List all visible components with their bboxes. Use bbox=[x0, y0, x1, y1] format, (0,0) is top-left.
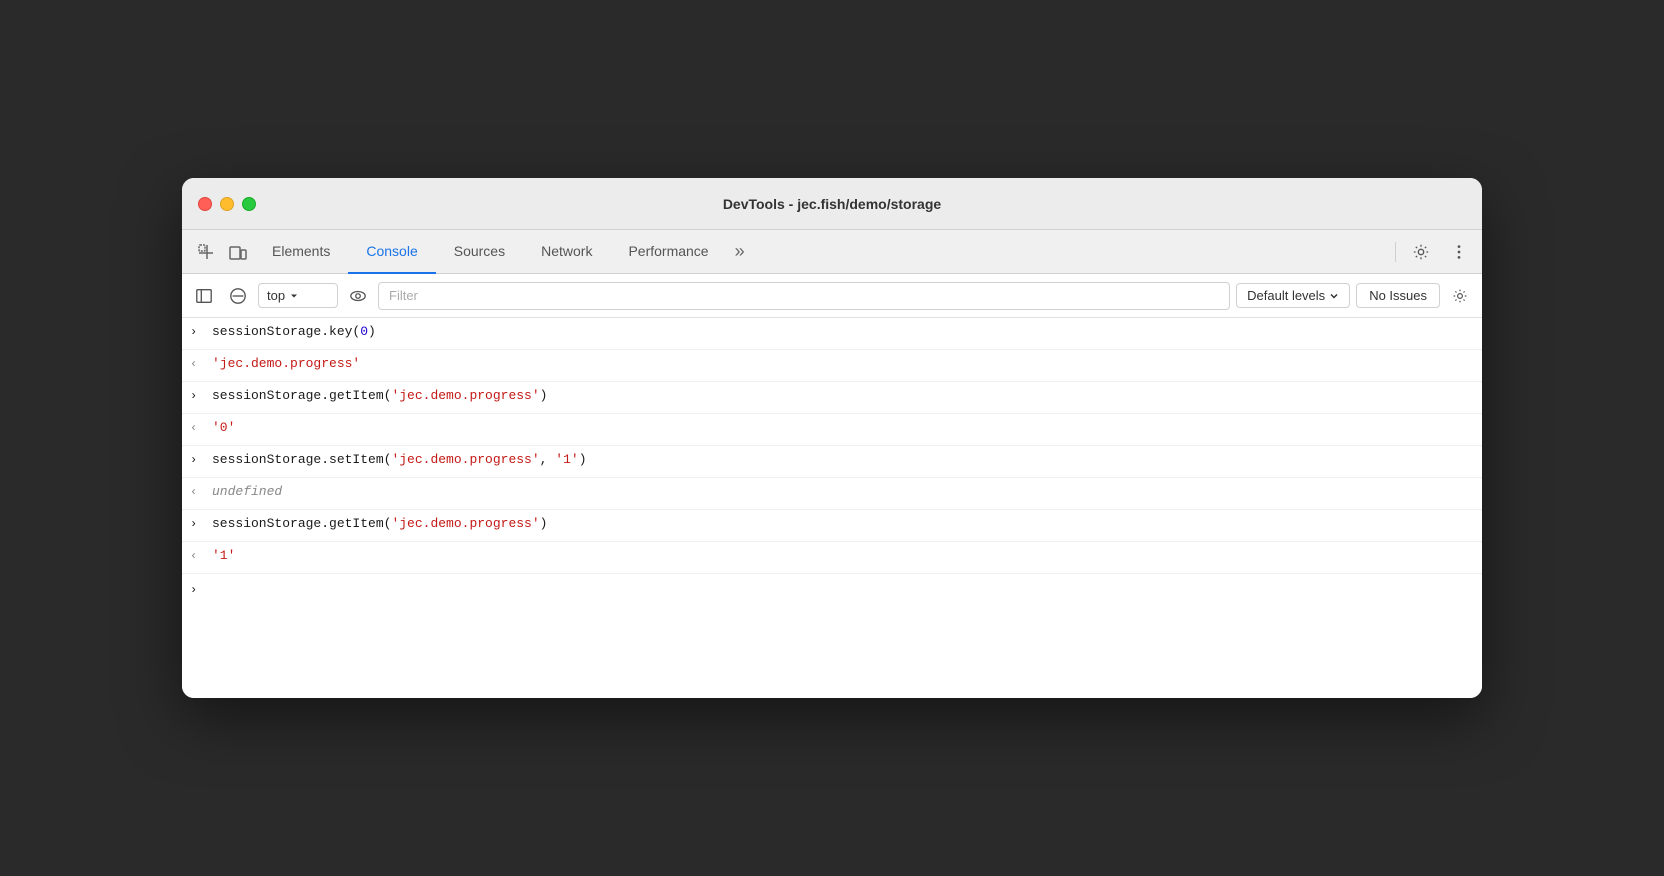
no-issues-button[interactable]: No Issues bbox=[1356, 283, 1440, 308]
console-line: › sessionStorage.getItem('jec.demo.progr… bbox=[182, 510, 1482, 542]
maximize-button[interactable] bbox=[242, 197, 256, 211]
console-line: ‹ undefined bbox=[182, 478, 1482, 510]
tabs-list: Elements Console Sources Network Perform… bbox=[254, 230, 1393, 274]
input-arrow-icon: › bbox=[190, 453, 204, 467]
more-tabs-button[interactable]: » bbox=[727, 241, 753, 262]
clear-console-icon[interactable] bbox=[224, 282, 252, 310]
console-code: undefined bbox=[212, 484, 282, 499]
input-arrow-icon: › bbox=[190, 325, 204, 339]
console-code: '1' bbox=[212, 548, 235, 563]
tab-elements[interactable]: Elements bbox=[254, 230, 348, 274]
context-selector[interactable]: top bbox=[258, 283, 338, 308]
tab-sources[interactable]: Sources bbox=[436, 230, 523, 274]
console-settings-icon[interactable] bbox=[1446, 282, 1474, 310]
traffic-lights bbox=[198, 197, 256, 211]
more-options-icon[interactable] bbox=[1444, 237, 1474, 267]
close-button[interactable] bbox=[198, 197, 212, 211]
devtools-tabs-bar: Elements Console Sources Network Perform… bbox=[182, 230, 1482, 274]
title-bar: DevTools - jec.fish/demo/storage bbox=[182, 178, 1482, 230]
tabs-right-actions bbox=[1393, 237, 1474, 267]
tab-console[interactable]: Console bbox=[348, 230, 435, 274]
console-output: › sessionStorage.key(0) ‹ 'jec.demo.prog… bbox=[182, 318, 1482, 698]
levels-label: Default levels bbox=[1247, 288, 1325, 303]
console-code: sessionStorage.setItem('jec.demo.progres… bbox=[212, 452, 587, 467]
window-title: DevTools - jec.fish/demo/storage bbox=[723, 196, 941, 212]
context-label: top bbox=[267, 288, 285, 303]
sidebar-toggle-icon[interactable] bbox=[190, 282, 218, 310]
devtools-window: DevTools - jec.fish/demo/storage Element… bbox=[182, 178, 1482, 698]
log-levels-button[interactable]: Default levels bbox=[1236, 283, 1350, 308]
console-code: 'jec.demo.progress' bbox=[212, 356, 360, 371]
console-code: sessionStorage.key(0) bbox=[212, 324, 376, 339]
prompt-icon: › bbox=[190, 583, 204, 597]
filter-input[interactable] bbox=[378, 282, 1230, 310]
console-code: sessionStorage.getItem('jec.demo.progres… bbox=[212, 516, 547, 531]
eye-icon[interactable] bbox=[344, 282, 372, 310]
divider bbox=[1395, 242, 1396, 262]
console-line: ‹ '1' bbox=[182, 542, 1482, 574]
console-input-line[interactable]: › bbox=[182, 574, 1482, 606]
output-arrow-icon: ‹ bbox=[190, 549, 204, 563]
device-toggle-icon[interactable] bbox=[222, 236, 254, 268]
console-toolbar: top Default levels No Issues bbox=[182, 274, 1482, 318]
console-line: ‹ 'jec.demo.progress' bbox=[182, 350, 1482, 382]
inspector-icon[interactable] bbox=[190, 236, 222, 268]
console-line: › sessionStorage.key(0) bbox=[182, 318, 1482, 350]
console-line: › sessionStorage.setItem('jec.demo.progr… bbox=[182, 446, 1482, 478]
tab-network[interactable]: Network bbox=[523, 230, 610, 274]
issues-label: No Issues bbox=[1369, 288, 1427, 303]
tab-performance[interactable]: Performance bbox=[610, 230, 726, 274]
console-code: '0' bbox=[212, 420, 235, 435]
dropdown-arrow-icon bbox=[289, 291, 299, 301]
levels-chevron-icon bbox=[1329, 291, 1339, 301]
output-arrow-icon: ‹ bbox=[190, 357, 204, 371]
console-line: ‹ '0' bbox=[182, 414, 1482, 446]
input-arrow-icon: › bbox=[190, 517, 204, 531]
settings-icon[interactable] bbox=[1406, 237, 1436, 267]
console-code: sessionStorage.getItem('jec.demo.progres… bbox=[212, 388, 547, 403]
minimize-button[interactable] bbox=[220, 197, 234, 211]
output-arrow-icon: ‹ bbox=[190, 485, 204, 499]
output-arrow-icon: ‹ bbox=[190, 421, 204, 435]
input-arrow-icon: › bbox=[190, 389, 204, 403]
console-line: › sessionStorage.getItem('jec.demo.progr… bbox=[182, 382, 1482, 414]
